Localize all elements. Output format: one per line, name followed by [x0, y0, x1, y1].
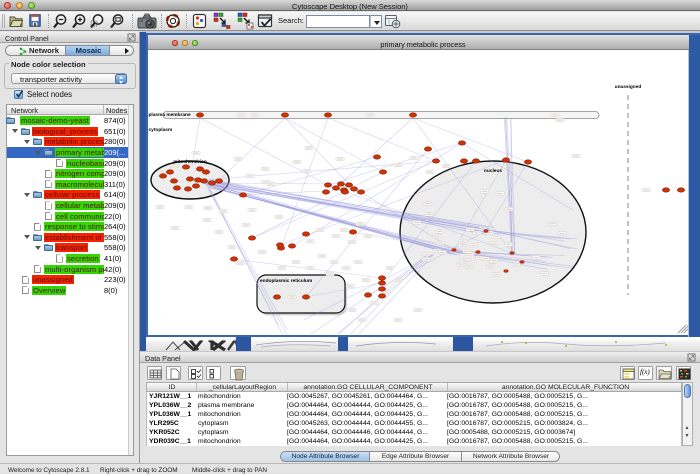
svg-text:plasma membrane: plasma membrane [149, 112, 191, 118]
svg-text:endoplasmic reticulum: endoplasmic reticulum [260, 278, 312, 284]
svg-text:nucleus: nucleus [484, 168, 502, 174]
svg-text:mitochondrion: mitochondrion [173, 159, 207, 165]
svg-text:cytoplasm: cytoplasm [149, 127, 173, 133]
svg-text:unassigned: unassigned [615, 84, 642, 90]
